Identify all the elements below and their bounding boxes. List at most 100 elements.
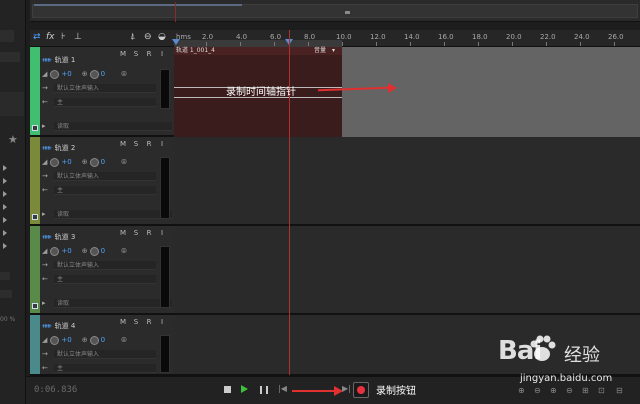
volume-knob[interactable] (50, 69, 60, 79)
output-select[interactable]: 主 (54, 186, 156, 195)
zoom-out-time-icon[interactable]: ⊖ (566, 386, 573, 395)
snap-icon[interactable]: ◒ (158, 32, 166, 42)
volume-value[interactable]: +0 (61, 158, 71, 166)
track-select-checkbox[interactable] (32, 214, 38, 220)
mute-button[interactable]: M (118, 140, 128, 148)
expand-arrow-icon[interactable] (3, 191, 7, 197)
input-select[interactable]: 默认立体声输入 (54, 350, 156, 359)
fx-icon[interactable]: fx (46, 32, 55, 42)
output-select[interactable]: 主 (54, 98, 156, 107)
solo-button[interactable]: S (131, 229, 141, 237)
zoom-out-amplitude-icon[interactable]: ⊖ (534, 386, 541, 395)
track-name[interactable]: 轨道 2 (55, 143, 76, 153)
expand-lane-icon[interactable]: ▸ (42, 122, 46, 130)
track-lane-1-empty[interactable] (342, 47, 640, 137)
swap-icon[interactable]: ⇄ (33, 32, 41, 42)
volume-value[interactable]: +0 (61, 247, 71, 255)
volume-value[interactable]: +0 (61, 336, 71, 344)
pan-knob[interactable] (89, 69, 99, 79)
record-button[interactable] (353, 382, 369, 398)
solo-button[interactable]: S (131, 140, 141, 148)
track-lane-3[interactable] (174, 226, 640, 315)
favorite-star-icon[interactable]: ★ (8, 133, 18, 146)
input-select[interactable]: 默认立体声输入 (54, 172, 156, 181)
metronome-icon[interactable]: ⍋ (130, 32, 135, 42)
expand-lane-icon[interactable]: ▸ (42, 299, 46, 307)
zoom-selection-icon[interactable]: ⊡ (598, 386, 605, 395)
zoom-in-time-icon[interactable]: ⊕ (550, 386, 557, 395)
record-arm-button[interactable]: R (144, 50, 154, 58)
track-header-2[interactable]: ᚔ轨道 2 M S R I ◢+0⊕0⦾ → 默认立体声输入 ∅ ← 主 ▸ 读… (30, 137, 174, 226)
overview-scroll-handle[interactable] (345, 11, 350, 14)
input-monitor-button[interactable]: I (157, 318, 167, 326)
automation-mode-select[interactable]: 读取 (54, 210, 172, 219)
stereo-icon[interactable]: ⦾ (121, 247, 127, 256)
pan-knob[interactable] (89, 335, 99, 345)
overview-bar[interactable] (30, 0, 640, 22)
expand-arrow-icon[interactable] (3, 204, 7, 210)
expand-arrow-icon[interactable] (3, 217, 7, 223)
pan-knob[interactable] (89, 157, 99, 167)
stereo-icon[interactable]: ⦾ (121, 158, 127, 167)
volume-knob[interactable] (50, 246, 60, 256)
zoom-tracks-icon[interactable]: ⊟ (616, 386, 623, 395)
timeline-ruler[interactable]: hms 2.0 4.0 6.0 8.0 10.0 12.0 14.0 16.0 … (172, 30, 640, 47)
solo-button[interactable]: S (131, 50, 141, 58)
input-monitor-button[interactable]: I (157, 229, 167, 237)
zoom-full-icon[interactable]: ⊞ (582, 386, 589, 395)
pan-knob[interactable] (89, 246, 99, 256)
current-time-display[interactable]: 0:06.836 (34, 385, 77, 395)
track-select-checkbox[interactable] (32, 303, 38, 309)
pause-button[interactable] (260, 386, 268, 394)
record-arm-button[interactable]: R (144, 229, 154, 237)
mute-button[interactable]: M (118, 50, 128, 58)
mute-button[interactable]: M (118, 318, 128, 326)
expand-arrow-icon[interactable] (3, 165, 7, 171)
stop-button[interactable] (224, 386, 231, 393)
clip-menu-icon[interactable]: ▾ (332, 47, 335, 55)
go-to-end-icon[interactable]: ▶| (342, 384, 351, 393)
volume-knob[interactable] (50, 335, 60, 345)
input-monitor-button[interactable]: I (157, 50, 167, 58)
expand-lane-icon[interactable]: ▸ (42, 210, 46, 218)
track-name[interactable]: 轨道 3 (55, 232, 76, 242)
volume-value[interactable]: +0 (61, 70, 71, 78)
volume-knob[interactable] (50, 157, 60, 167)
track-name[interactable]: 轨道 1 (55, 55, 76, 65)
automation-mode-select[interactable]: 读取 (54, 299, 172, 308)
input-select[interactable]: 默认立体声输入 (54, 261, 156, 270)
pan-value[interactable]: 0 (101, 158, 105, 166)
automation-mode-select[interactable]: 读取 (54, 122, 172, 131)
expand-arrow-icon[interactable] (3, 243, 7, 249)
expand-arrow-icon[interactable] (3, 178, 7, 184)
pan-value[interactable]: 0 (101, 247, 105, 255)
overview-visible-range[interactable] (34, 4, 242, 6)
solo-button[interactable]: S (131, 318, 141, 326)
playhead-line[interactable] (289, 30, 290, 375)
record-arm-button[interactable]: R (144, 318, 154, 326)
selection-start-marker[interactable] (172, 39, 180, 45)
zoom-in-amplitude-icon[interactable]: ⊕ (518, 386, 525, 395)
mute-button[interactable]: M (118, 229, 128, 237)
play-button[interactable] (241, 385, 248, 393)
output-select[interactable]: 主 (54, 364, 156, 373)
lock-icon[interactable]: ⊖ (144, 32, 152, 42)
expand-arrow-icon[interactable] (3, 230, 7, 236)
track-header-3[interactable]: ᚔ轨道 3 M S R I ◢+0⊕0⦾ → 默认立体声输入 ∅ ← 主 ▸ 读… (30, 226, 174, 315)
stereo-icon[interactable]: ⦾ (121, 70, 127, 79)
eq-icon[interactable]: ⊥ (74, 32, 82, 42)
pan-value[interactable]: 0 (101, 336, 105, 344)
input-monitor-button[interactable]: I (157, 140, 167, 148)
clip-header[interactable]: 轨道 1_001_4 音量 ▾ (174, 47, 342, 55)
track-name[interactable]: 轨道 4 (55, 321, 76, 331)
ruler-selection[interactable] (174, 40, 342, 47)
send-icon[interactable]: ⊦ (61, 32, 66, 42)
track-select-checkbox[interactable] (32, 125, 38, 131)
track-lane-2[interactable] (174, 137, 640, 226)
track-header-4[interactable]: ᚔ轨道 4 M S R I ◢+0⊕0⦾ → 默认立体声输入 ∅ ← 主 (30, 315, 174, 376)
go-to-start-icon[interactable]: |◀ (278, 384, 287, 393)
pan-value[interactable]: 0 (101, 70, 105, 78)
stereo-icon[interactable]: ⦾ (121, 336, 127, 345)
overview-track[interactable] (32, 4, 638, 18)
output-select[interactable]: 主 (54, 275, 156, 284)
